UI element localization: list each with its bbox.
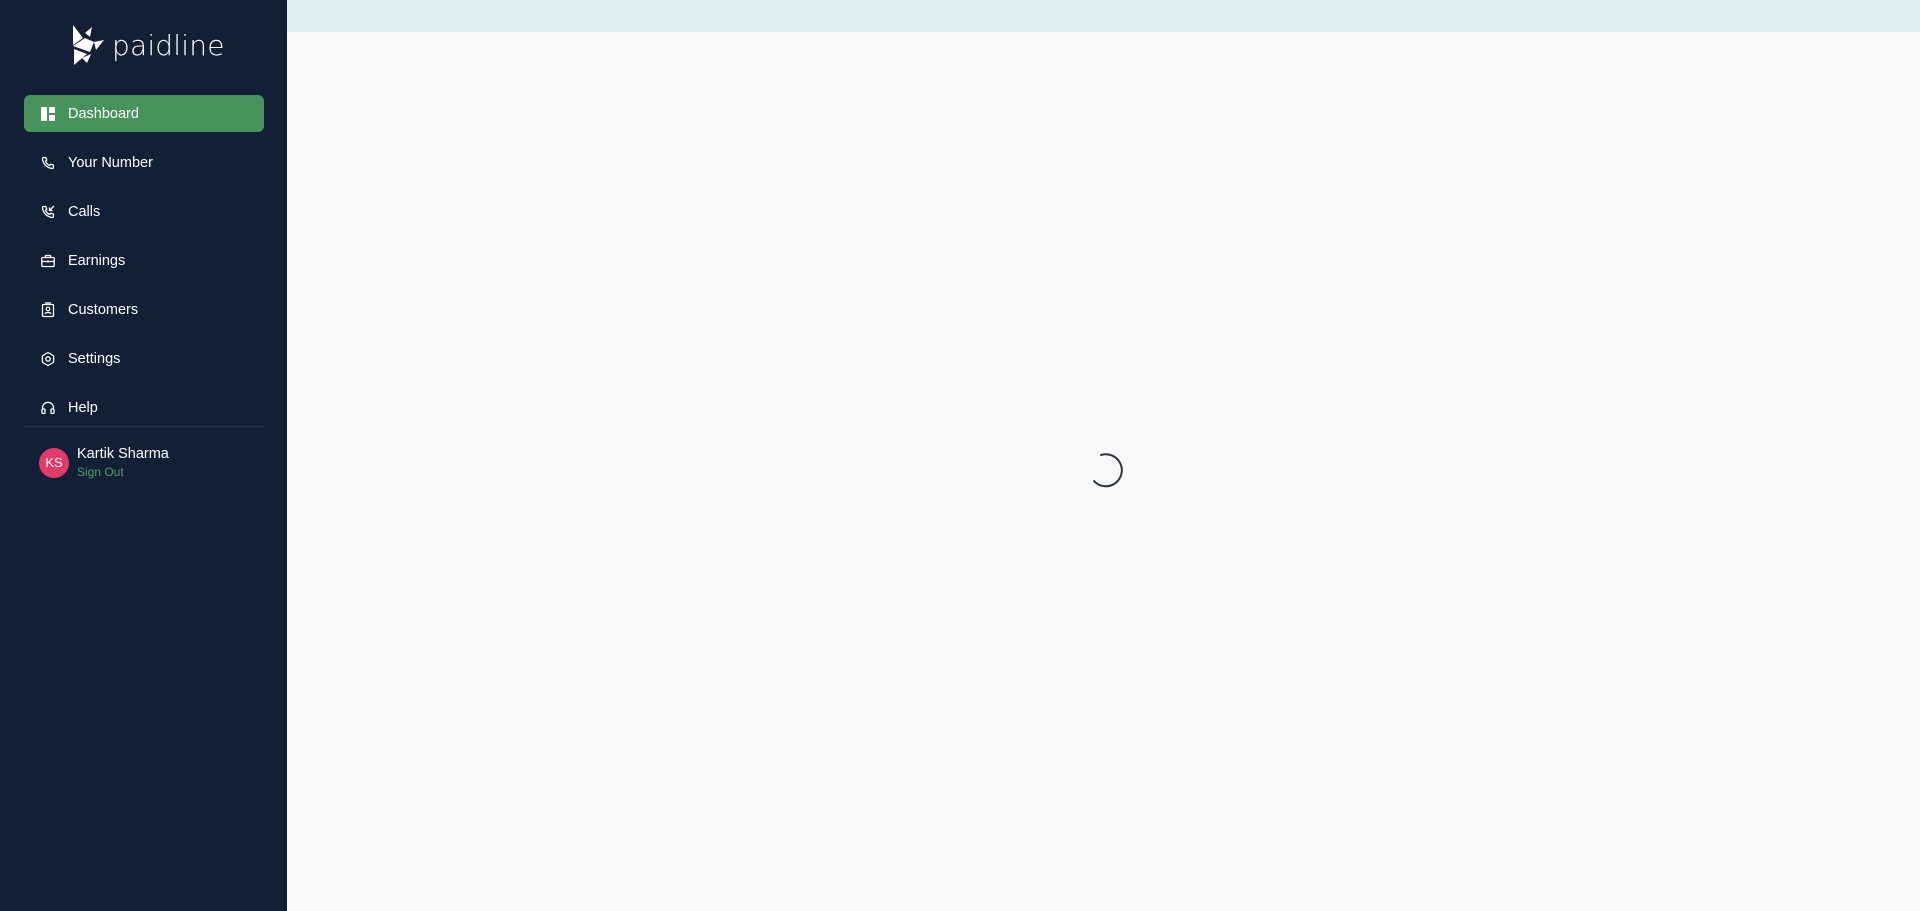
gear-icon	[40, 351, 56, 367]
sidebar-item-label: Settings	[68, 350, 121, 367]
phone-incoming-icon	[40, 204, 56, 220]
contact-card-icon	[40, 301, 56, 318]
brand-name: paidline	[112, 29, 225, 62]
sidebar-item-calls[interactable]: Calls	[24, 193, 264, 230]
sidebar-item-label: Calls	[68, 203, 101, 220]
sidebar-item-your-number[interactable]: Your Number	[24, 144, 264, 181]
user-info: Kartik Sharma Sign Out	[77, 445, 169, 480]
user-profile: KS Kartik Sharma Sign Out	[39, 445, 169, 480]
avatar[interactable]: KS	[39, 447, 69, 478]
sidebar-nav: Dashboard Your Number Calls Earnings Cus…	[24, 95, 264, 438]
dashboard-icon	[40, 106, 56, 122]
phone-icon	[40, 155, 56, 171]
sidebar-item-label: Help	[68, 399, 98, 416]
brand-logo[interactable]: paidline	[70, 25, 225, 67]
sidebar-item-label: Customers	[68, 301, 139, 318]
sidebar-item-earnings[interactable]: Earnings	[24, 242, 264, 279]
top-bar	[287, 0, 1920, 32]
sign-out-link[interactable]: Sign Out	[77, 464, 169, 480]
sidebar-item-label: Your Number	[68, 154, 153, 171]
sidebar-item-label: Earnings	[68, 252, 126, 269]
user-name: Kartik Sharma	[77, 446, 169, 462]
sidebar-item-label: Dashboard	[68, 105, 139, 122]
sidebar-divider	[24, 426, 264, 427]
sidebar-item-help[interactable]: Help	[24, 389, 264, 426]
sidebar: paidline Dashboard Your Number Calls Ear…	[0, 0, 287, 911]
sidebar-item-customers[interactable]: Customers	[24, 291, 264, 328]
bird-logo-icon	[73, 25, 104, 65]
headset-icon	[40, 400, 56, 416]
main-content	[287, 0, 1920, 911]
sidebar-item-settings[interactable]: Settings	[24, 340, 264, 377]
loading-spinner-icon	[1093, 453, 1123, 488]
briefcase-icon	[40, 253, 56, 269]
sidebar-item-dashboard[interactable]: Dashboard	[24, 95, 264, 132]
app-window: paidline Dashboard Your Number Calls Ear…	[0, 0, 1920, 911]
